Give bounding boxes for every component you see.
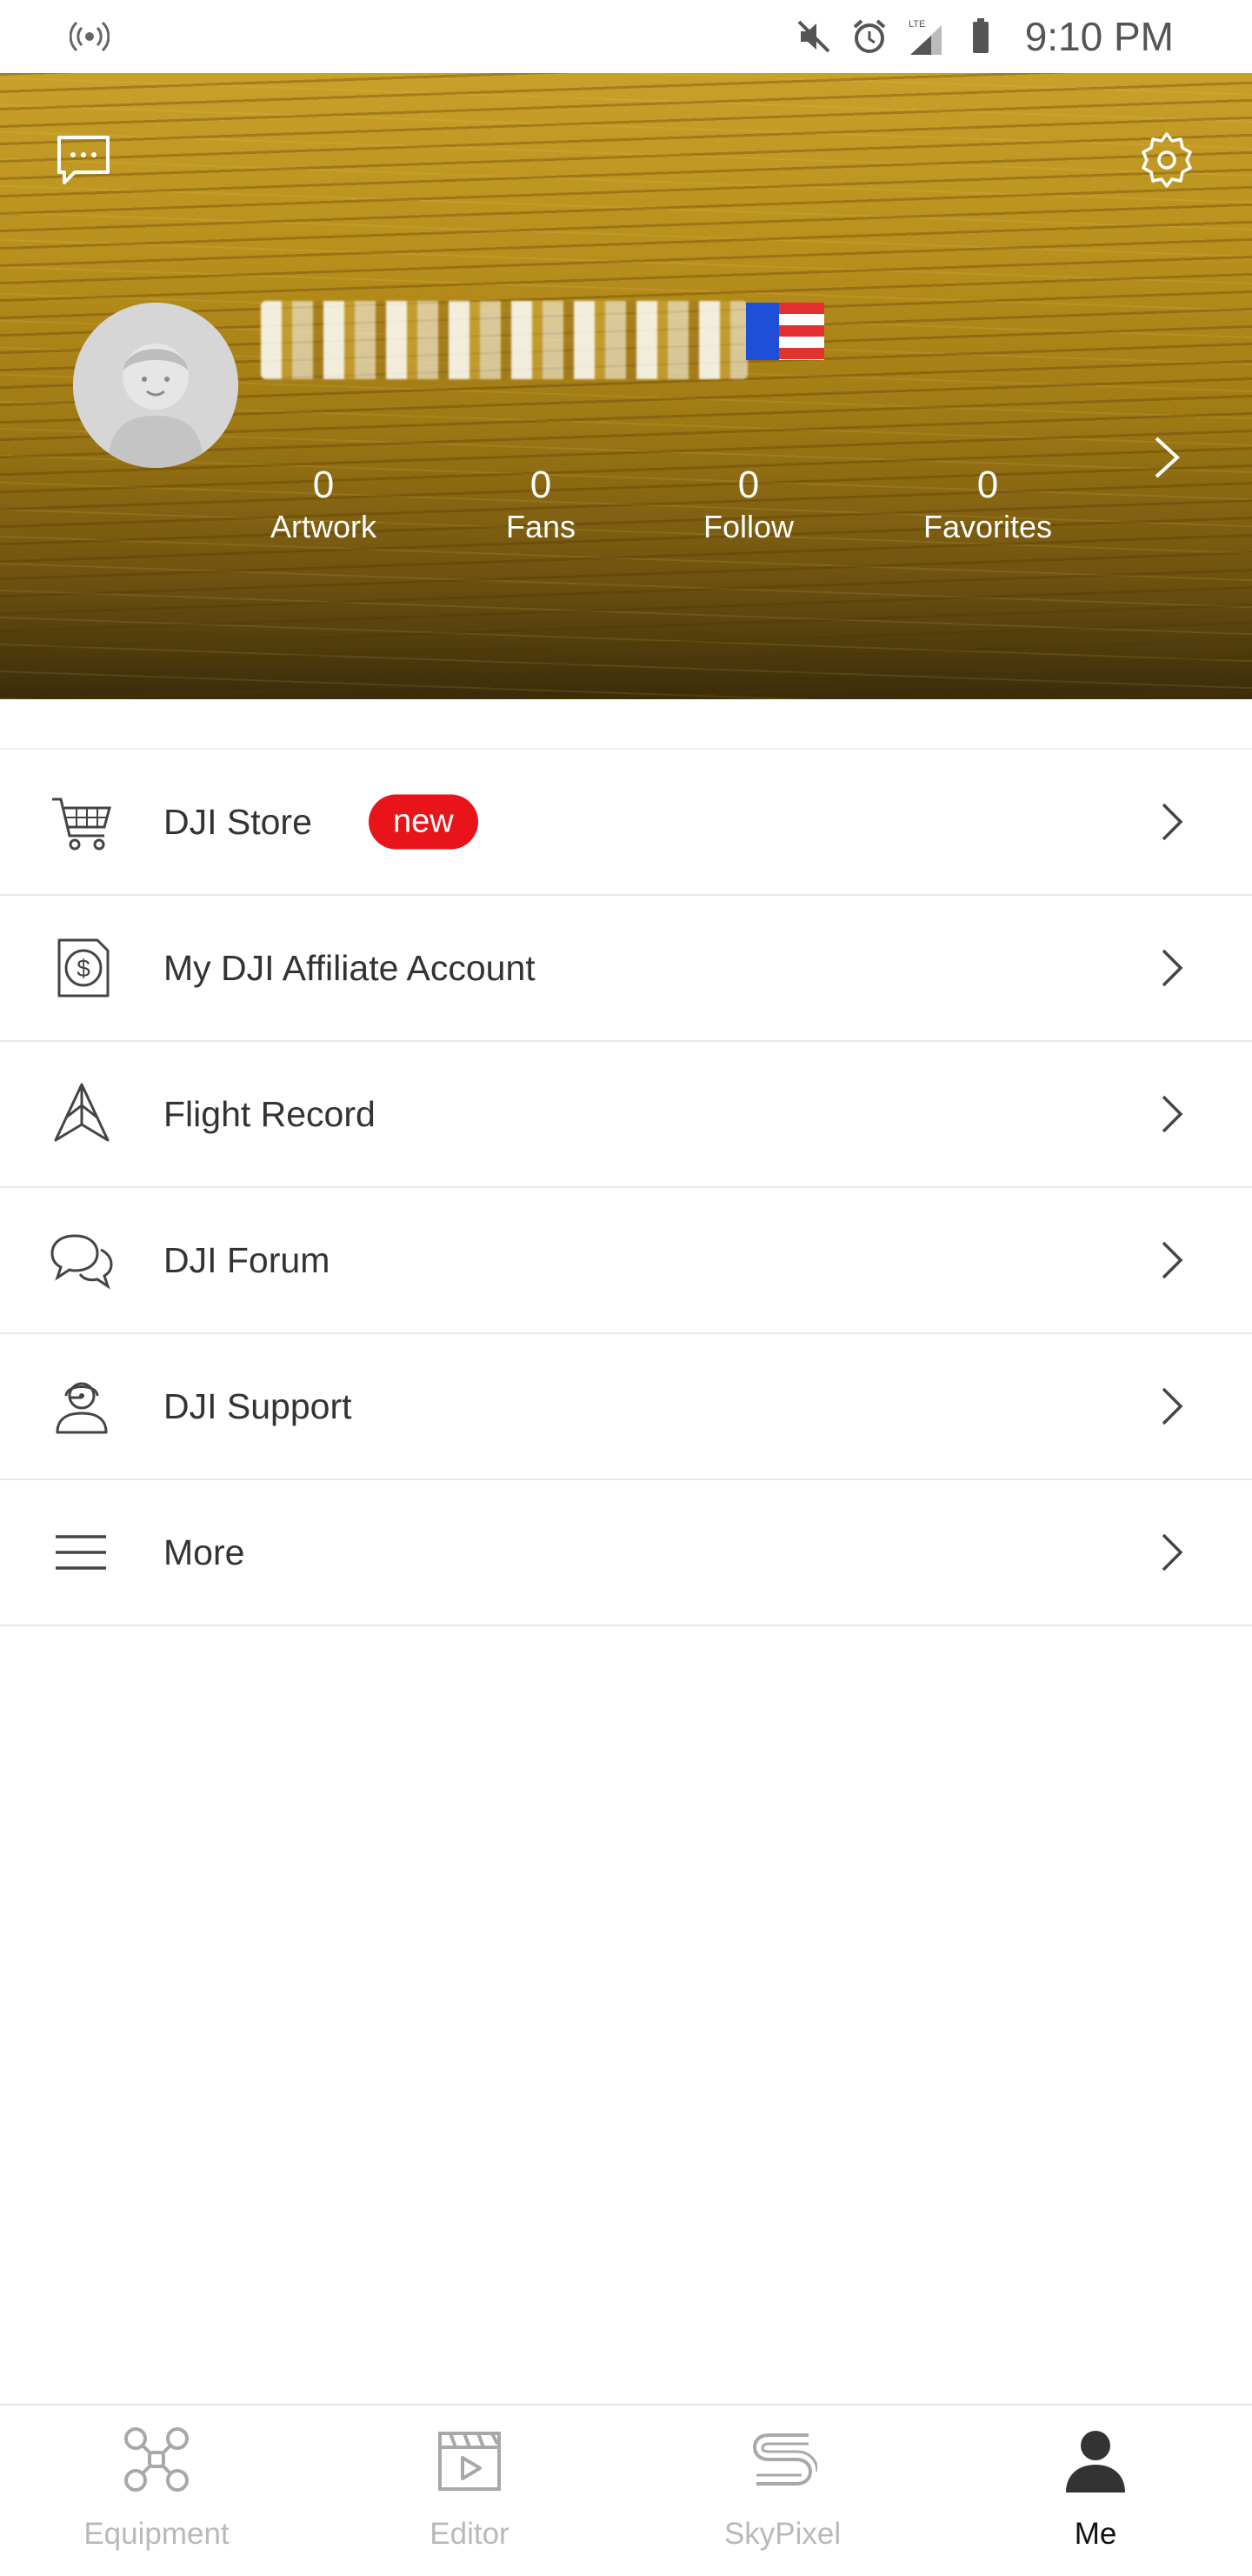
message-icon[interactable] bbox=[54, 130, 113, 190]
stat-follow[interactable]: 0 Follow bbox=[644, 463, 853, 546]
mute-icon bbox=[797, 20, 830, 53]
hotspot-icon bbox=[70, 21, 110, 52]
hamburger-icon bbox=[56, 1535, 106, 1570]
menu-item-label: DJI Forum bbox=[163, 1239, 330, 1280]
country-flag-icon bbox=[746, 303, 824, 360]
stat-artwork[interactable]: 0 Artwork bbox=[219, 463, 428, 546]
menu-item-flight-record[interactable]: Flight Record bbox=[0, 1042, 1252, 1188]
stat-favorites[interactable]: 0 Favorites bbox=[883, 463, 1092, 546]
stat-value: 0 bbox=[529, 464, 552, 506]
stat-value: 0 bbox=[737, 464, 760, 506]
chevron-right-icon bbox=[1162, 1241, 1183, 1279]
profile-header: 0 Artwork 0 Fans 0 Follow 0 Favorites bbox=[0, 73, 1252, 699]
menu-item-label: My DJI Affiliate Account bbox=[163, 947, 536, 988]
menu-item-label: DJI Support bbox=[163, 1385, 352, 1426]
menu-item-affiliate-account[interactable]: $ My DJI Affiliate Account bbox=[0, 896, 1252, 1042]
stat-label: Fans bbox=[505, 509, 576, 544]
alarm-icon bbox=[853, 19, 886, 53]
menu-item-label: More bbox=[163, 1532, 245, 1572]
clapperboard-icon bbox=[438, 2432, 501, 2491]
menu-item-dji-forum[interactable]: DJI Forum bbox=[0, 1188, 1252, 1334]
gear-icon[interactable] bbox=[1137, 130, 1196, 190]
new-badge: new bbox=[369, 794, 478, 850]
nav-tab-label: Equipment bbox=[83, 2517, 230, 2551]
dollar-icon: $ bbox=[57, 938, 110, 998]
nav-tab-editor[interactable]: Editor bbox=[313, 2406, 626, 2576]
flight-record-icon bbox=[54, 1083, 110, 1142]
chevron-right-icon bbox=[1162, 1533, 1183, 1572]
chevron-right-icon bbox=[1162, 1387, 1183, 1425]
chevron-right-icon bbox=[1162, 949, 1183, 987]
signal-icon: LTE bbox=[909, 19, 942, 55]
skypixel-icon bbox=[752, 2433, 817, 2486]
svg-text:LTE: LTE bbox=[909, 19, 925, 30]
nav-tab-label: Editor bbox=[430, 2517, 509, 2551]
username-pixelated bbox=[261, 301, 748, 379]
avatar[interactable] bbox=[73, 303, 238, 468]
chevron-right-icon bbox=[1162, 1095, 1183, 1133]
cart-icon bbox=[52, 797, 111, 851]
support-agent-icon bbox=[56, 1382, 108, 1434]
nav-tab-equipment[interactable]: Equipment bbox=[0, 2406, 313, 2576]
battery-icon bbox=[972, 18, 989, 53]
bottom-nav: Equipment Editor SkyPixel Me bbox=[0, 2404, 1252, 2576]
nav-tab-label: Me bbox=[1074, 2517, 1117, 2551]
status-time: 9:10 PM bbox=[1024, 14, 1174, 59]
avatar-placeholder-icon bbox=[73, 303, 238, 468]
svg-text:$: $ bbox=[77, 955, 90, 982]
nav-tab-me[interactable]: Me bbox=[939, 2406, 1252, 2576]
stat-label: Follow bbox=[703, 509, 795, 544]
menu-item-label: DJI Store bbox=[163, 801, 312, 842]
stat-label: Favorites bbox=[922, 509, 1053, 544]
profile-chevron-right-icon[interactable] bbox=[1148, 431, 1186, 484]
nav-tab-skypixel[interactable]: SkyPixel bbox=[626, 2406, 939, 2576]
menu-item-more[interactable]: More bbox=[0, 1480, 1252, 1626]
stat-value: 0 bbox=[312, 464, 335, 506]
stat-value: 0 bbox=[976, 464, 999, 506]
menu-item-dji-support[interactable]: DJI Support bbox=[0, 1334, 1252, 1480]
person-icon bbox=[1066, 2431, 1125, 2493]
nav-tab-label: SkyPixel bbox=[723, 2517, 842, 2551]
stat-fans[interactable]: 0 Fans bbox=[436, 463, 645, 546]
menu-item-label: Flight Record bbox=[163, 1093, 376, 1134]
menu-list: DJI Store new $ My DJI Affiliate Account… bbox=[0, 748, 1252, 1626]
drone-icon bbox=[124, 2427, 189, 2492]
chat-bubbles-icon bbox=[50, 1234, 113, 1290]
menu-item-dji-store[interactable]: DJI Store new bbox=[0, 750, 1252, 896]
stat-label: Artwork bbox=[270, 509, 376, 544]
chevron-right-icon bbox=[1162, 803, 1183, 841]
status-bar: LTE 9:10 PM bbox=[0, 0, 1252, 73]
